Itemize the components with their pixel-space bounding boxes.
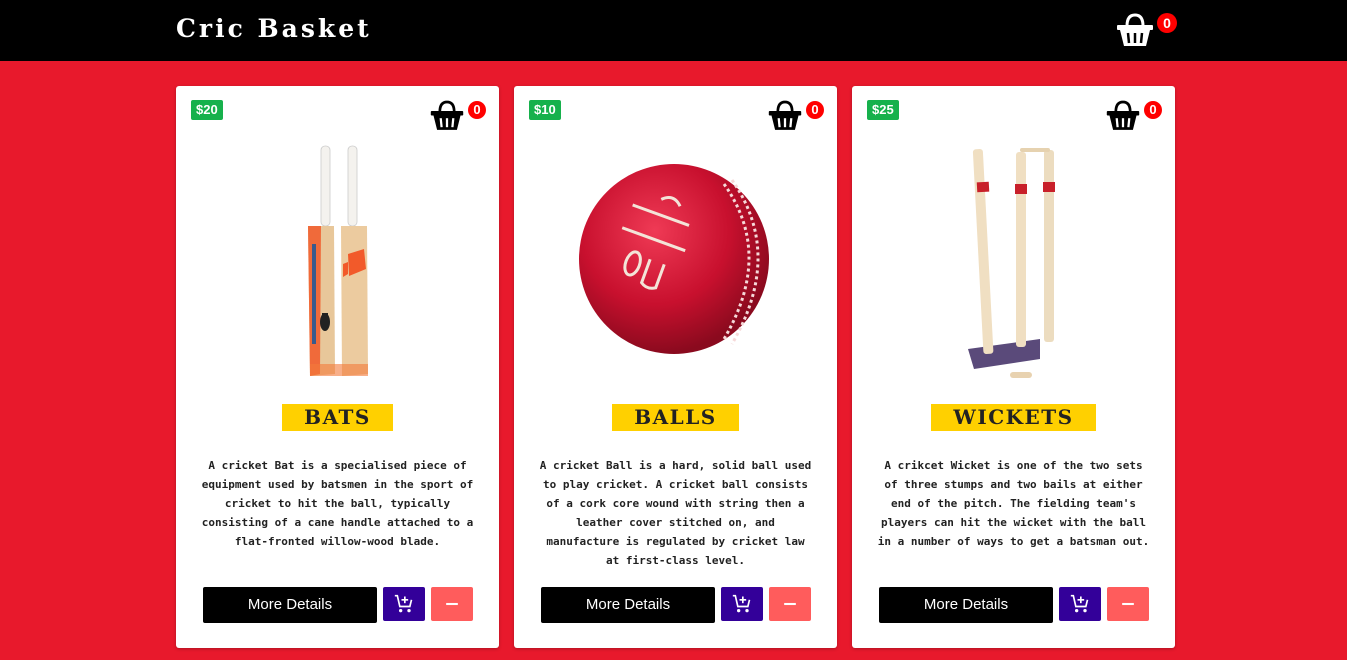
add-cart-icon xyxy=(732,594,751,613)
more-details-button[interactable]: More Details xyxy=(879,587,1053,623)
cricket-bats-image xyxy=(236,144,439,384)
product-card-bats: $20 0 BATS A cricket Bat is a specialise… xyxy=(176,86,499,648)
more-details-button[interactable]: More Details xyxy=(203,587,377,623)
basket-icon[interactable] xyxy=(1115,12,1155,48)
basket-icon[interactable] xyxy=(1105,99,1141,132)
product-description: A crikcet Wicket is one of the two sets … xyxy=(877,459,1150,548)
product-title: BATS xyxy=(282,404,393,431)
item-count-badge: 0 xyxy=(468,101,486,119)
product-description: A cricket Ball is a hard, solid ball use… xyxy=(539,459,812,567)
cricket-ball-image xyxy=(574,144,777,384)
remove-from-cart-button[interactable] xyxy=(1107,587,1149,621)
price-badge: $20 xyxy=(191,100,223,120)
add-to-cart-button[interactable] xyxy=(383,587,425,621)
basket-icon[interactable] xyxy=(429,99,465,132)
remove-from-cart-button[interactable] xyxy=(769,587,811,621)
product-description: A cricket Bat is a specialised piece of … xyxy=(201,459,474,548)
item-count-badge: 0 xyxy=(1144,101,1162,119)
product-title: BALLS xyxy=(612,404,739,431)
price-badge: $10 xyxy=(529,100,561,120)
basket-icon[interactable] xyxy=(767,99,803,132)
price-badge: $25 xyxy=(867,100,899,120)
navbar: Cric Basket 0 xyxy=(0,0,1347,61)
product-card-wickets: $25 0 WICKETS A crikcet Wicket is one of… xyxy=(852,86,1175,648)
add-to-cart-button[interactable] xyxy=(721,587,763,621)
add-to-cart-button[interactable] xyxy=(1059,587,1101,621)
product-card-balls: $10 0 BALLS A cricket Ball is a hard, so… xyxy=(514,86,837,648)
add-cart-icon xyxy=(394,594,413,613)
cart-count-badge: 0 xyxy=(1157,13,1177,33)
more-details-button[interactable]: More Details xyxy=(541,587,715,623)
product-title: WICKETS xyxy=(931,404,1096,431)
item-count-badge: 0 xyxy=(806,101,824,119)
remove-from-cart-button[interactable] xyxy=(431,587,473,621)
cricket-wicket-image xyxy=(912,144,1115,384)
minus-icon xyxy=(784,602,796,606)
add-cart-icon xyxy=(1070,594,1089,613)
minus-icon xyxy=(446,602,458,606)
brand-title[interactable]: Cric Basket xyxy=(176,14,372,43)
minus-icon xyxy=(1122,602,1134,606)
